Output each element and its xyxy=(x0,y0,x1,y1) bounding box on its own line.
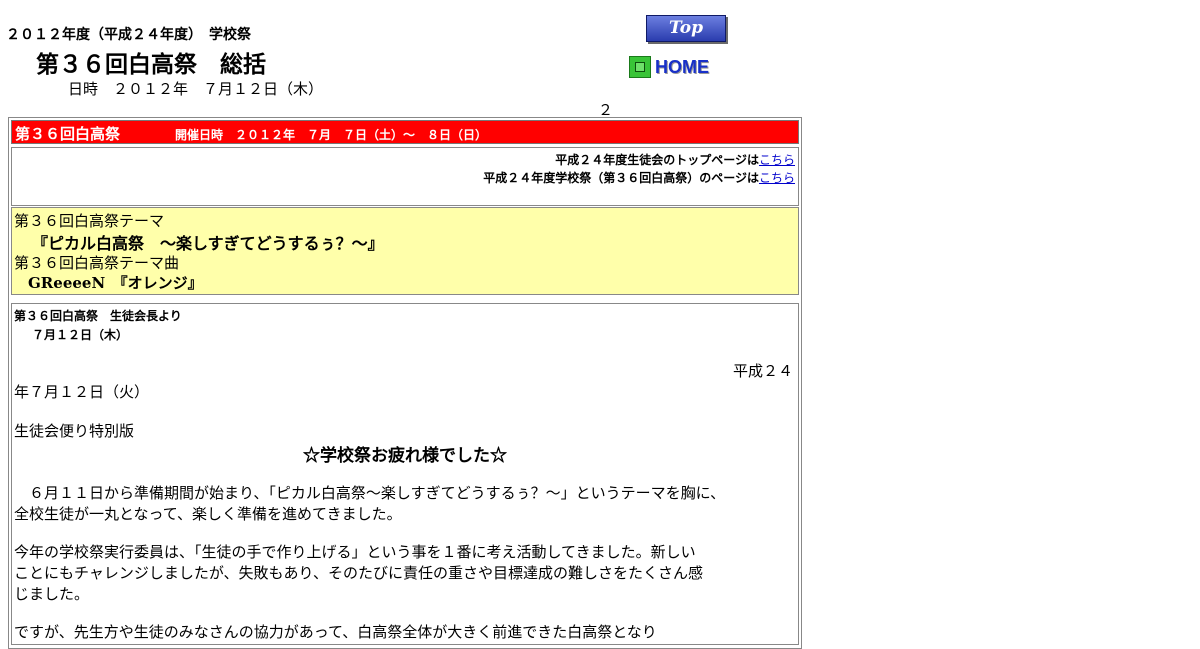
paragraph-3: ですが、先生方や生徒のみなさんの協力があって、白高祭全体が大きく前進できた白高祭… xyxy=(14,622,657,643)
festival-dates: 開催日時 ２０１２年 ７月 ７日（土）～ ８日（日） xyxy=(175,128,488,142)
festival-page-link-text: 平成２４年度学校祭（第３６回白高祭）のページは xyxy=(483,171,759,185)
theme-song-label: 第３６回白高祭テーマ曲 xyxy=(14,254,180,272)
message-date: ７月１２日（木） xyxy=(32,328,129,342)
council-top-link[interactable]: こちら xyxy=(759,153,795,167)
content-table: 第３６回白高祭 開催日時 ２０１２年 ７月 ７日（土）～ ８日（日） 平成２４年… xyxy=(8,117,802,649)
bulletin-date-part1: 平成２４ xyxy=(732,362,793,380)
page-title: 第３６回白高祭 総括 xyxy=(36,52,266,78)
festival-page-link-line: 平成２４年度学校祭（第３６回白高祭）のページはこちら xyxy=(483,169,795,186)
theme-label: 第３６回白高祭テーマ xyxy=(14,212,165,230)
theme-text: 『ピカル白高祭 ～楽しすぎてどうするぅ？～』 xyxy=(32,234,384,253)
paragraph-1: ６月１１日から準備期間が始まり、「ピカル白高祭～楽しすぎてどうするぅ？～」という… xyxy=(14,483,725,525)
home-label: HOME xyxy=(655,57,709,77)
paragraph-1-line-1: ６月１１日から準備期間が始まり、「ピカル白高祭～楽しすぎてどうするぅ？～」という… xyxy=(14,484,726,502)
bulletin-title: 生徒会便り特別版 xyxy=(14,422,135,440)
festival-name: 第３６回白高祭 xyxy=(15,125,121,143)
festival-header-bar: 第３６回白高祭 開催日時 ２０１２年 ７月 ７日（土）～ ８日（日） xyxy=(11,120,799,144)
home-square-icon xyxy=(629,56,651,78)
council-top-link-line: 平成２４年度生徒会のトップページはこちら xyxy=(555,151,795,168)
president-message-panel: 第３６回白高祭 生徒会長より ７月１２日（木） 平成２４ 年７月１２日（火） 生… xyxy=(11,303,799,645)
paragraph-2-line-1: 今年の学校祭実行委員は、「生徒の手で作り上げる」という事を１番に考え活動してきま… xyxy=(14,543,696,561)
message-heading: 第３６回白高祭 生徒会長より xyxy=(14,309,182,323)
thanks-heading: ☆学校祭お疲れ様でした☆ xyxy=(303,446,507,466)
paragraph-2-line-2: ことにもチャレンジしましたが、失敗もあり、そのたびに責任の重さや目標達成の難しさ… xyxy=(14,564,703,582)
theme-song: GReeeeN 『オレンジ』 xyxy=(28,274,203,292)
bulletin-date-part2: 年７月１２日（火） xyxy=(14,383,150,401)
theme-panel: 第３６回白高祭テーマ 『ピカル白高祭 ～楽しすぎてどうするぅ？～』 第３６回白高… xyxy=(11,207,799,295)
date-line: 日時 ２０１２年 ７月１２日（木） xyxy=(68,80,324,98)
paragraph-2-line-3: じました。 xyxy=(14,585,90,603)
paragraph-3-line-1: ですが、先生方や生徒のみなさんの協力があって、白高祭全体が大きく前進できた白高祭… xyxy=(14,623,657,641)
sub-title: ２０１２年度（平成２４年度） 学校祭 xyxy=(6,27,251,43)
paragraph-1-line-2: 全校生徒が一丸となって、楽しく準備を進めてきました。 xyxy=(14,505,402,523)
council-top-link-text: 平成２４年度生徒会のトップページは xyxy=(555,153,759,167)
paragraph-2: 今年の学校祭実行委員は、「生徒の手で作り上げる」という事を１番に考え活動してきま… xyxy=(14,542,703,605)
festival-page-link[interactable]: こちら xyxy=(759,171,795,185)
links-panel: 平成２４年度生徒会のトップページはこちら 平成２４年度学校祭（第３６回白高祭）の… xyxy=(11,147,799,206)
top-button[interactable]: Top xyxy=(646,15,726,42)
